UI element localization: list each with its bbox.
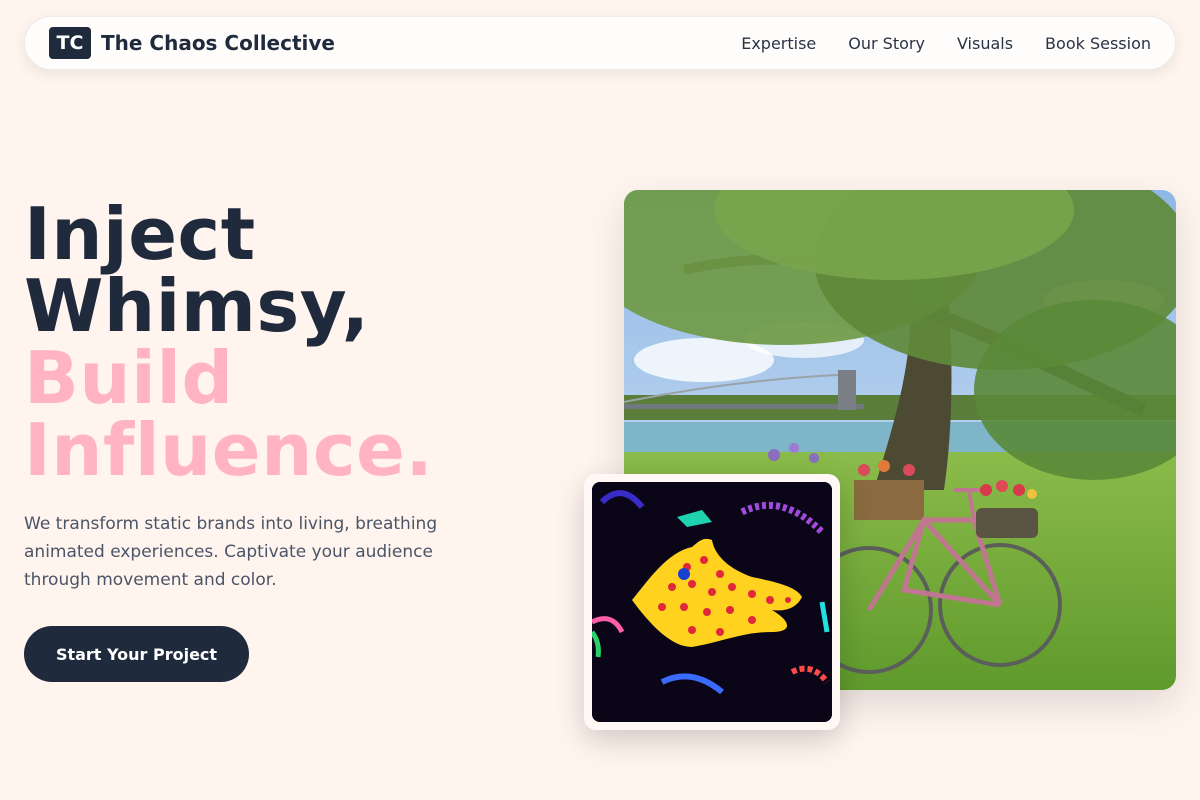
hero-title-line-4: Influence.: [24, 408, 434, 492]
polka-dot-creature-illustration: [592, 482, 832, 722]
hero-title-line-1: Inject: [24, 192, 256, 276]
polka-dot-creature-photo: [592, 482, 832, 722]
nav-link-book-session[interactable]: Book Session: [1045, 34, 1151, 53]
nav-link-expertise[interactable]: Expertise: [741, 34, 816, 53]
hero-description: We transform static brands into living, …: [24, 514, 438, 590]
polka-dot-creature-card: [584, 474, 840, 730]
hero-title-line-3: Build: [24, 336, 234, 420]
logo[interactable]: TC: [49, 27, 91, 59]
brand[interactable]: TC The Chaos Collective: [49, 27, 335, 59]
nav-link-our-story[interactable]: Our Story: [848, 34, 925, 53]
nav-link-visuals[interactable]: Visuals: [957, 34, 1013, 53]
brand-name[interactable]: The Chaos Collective: [101, 31, 335, 55]
hero-title: Inject Whimsy, Build Influence.: [24, 198, 584, 486]
nav-links: Expertise Our Story Visuals Book Session: [741, 34, 1151, 53]
start-project-button[interactable]: Start Your Project: [24, 626, 249, 682]
hero-title-line-2: Whimsy,: [24, 264, 370, 348]
top-navbar: TC The Chaos Collective Expertise Our St…: [24, 16, 1176, 70]
